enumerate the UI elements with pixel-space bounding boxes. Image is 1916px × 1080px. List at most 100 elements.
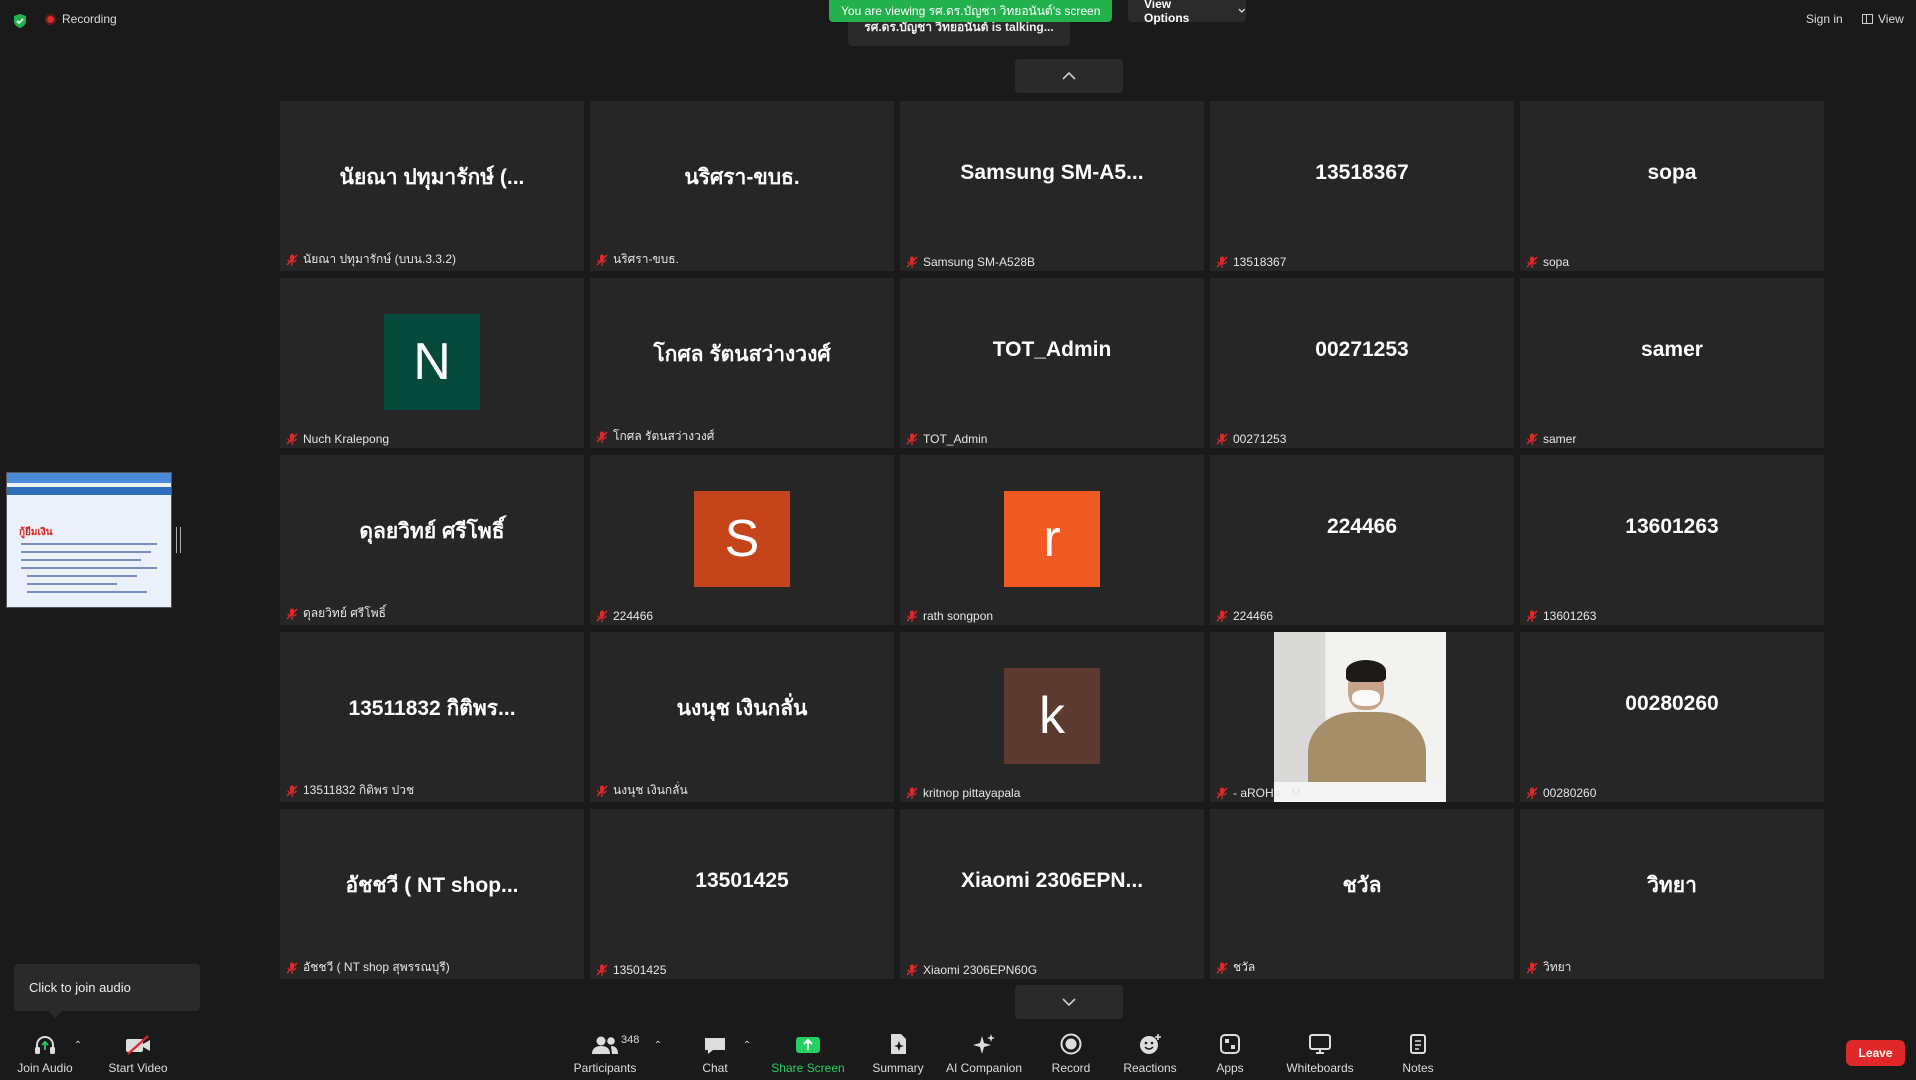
participant-tile[interactable]: S 224466 [590,455,894,625]
participant-tile[interactable]: Xiaomi 2306EPN... Xiaomi 2306EPN60G [900,809,1204,979]
participant-tile[interactable]: Samsung SM-A5... Samsung SM-A528B [900,101,1204,271]
participant-tile[interactable]: โกศล รัตนสว่างวงศ์ โกศล รัตนสว่างวงศ์ [590,278,894,448]
participant-name: 224466 [613,609,654,623]
participant-tile[interactable]: นัยณา ปทุมารักษ์ (... นัยณา ปทุมารักษ์ (บ… [280,101,584,271]
participant-name-label: 13511832 กิติพร ปวช [285,781,414,800]
share-screen-label: Share Screen [771,1061,845,1075]
apps-button[interactable]: Apps [1214,1020,1246,1080]
participant-name: นัยณา ปทุมารักษ์ (บบน.3.3.2) [303,252,457,266]
chat-button[interactable]: Chat [695,1020,735,1080]
participant-display-name: อัชชวี ( NT shop... [345,874,519,897]
participant-display-name: Samsung SM-A5... [960,161,1144,184]
participant-name: Nuch Kralepong [303,432,390,446]
participant-tile[interactable]: - aROHa - M [1210,632,1514,802]
participant-tile[interactable]: ดุลยวิทย์ ศรีโพธิ์ ดุลยวิทย์ ศรีโพธิ์ [280,455,584,625]
page-up-button[interactable] [1015,59,1123,93]
participant-name: ชวัล [1233,960,1256,974]
apps-icon [1220,1034,1240,1054]
reactions-button[interactable]: Reactions [1123,1020,1177,1080]
recording-label: Recording [62,12,117,26]
whiteboards-button[interactable]: Whiteboards [1283,1020,1357,1080]
top-bar: Recording รศ.ดร.บัญชา วิทยอนันต์ is talk… [0,0,1916,46]
leave-button[interactable]: Leave [1846,1040,1905,1066]
participant-tile[interactable]: sopa sopa [1520,101,1824,271]
participant-tile[interactable]: นงนุช เงินกลั่น นงนุช เงินกลั่น [590,632,894,802]
participant-tile[interactable]: 13518367 13518367 [1210,101,1514,271]
participant-tile[interactable]: k kritnop pittayapala [900,632,1204,802]
thumbnail-text-line [27,591,147,593]
participant-count: 348 [621,1034,640,1046]
mic-muted-icon [1526,961,1538,974]
participant-display-name: ชวัล [1342,874,1382,897]
recording-indicator[interactable]: Recording [45,12,117,26]
shared-screen-thumbnail[interactable]: กู้ยืมเงิน [6,472,172,608]
participant-tile[interactable]: อัชชวี ( NT shop... อัชชวี ( NT shop สุพร… [280,809,584,979]
headphones-icon [35,1036,55,1054]
participant-tile[interactable]: นริศรา-ขบธ. นริศรา-ขบธ. [590,101,894,271]
chat-options-caret[interactable]: ⌃ [741,1020,753,1080]
participant-name-label: 00280260 [1525,786,1596,800]
caret-up-icon: ⌃ [73,1040,83,1051]
participant-tile[interactable]: r rath songpon [900,455,1204,625]
mic-muted-icon [1216,256,1228,268]
chat-icon [705,1038,725,1054]
record-label: Record [1051,1061,1091,1075]
mic-muted-icon [906,787,918,799]
participant-tile[interactable]: ชวัล ชวัล [1210,809,1514,979]
start-video-button[interactable]: Start Video [104,1020,172,1080]
page-down-button[interactable] [1015,985,1123,1019]
sign-in-link[interactable]: Sign in [1806,12,1843,26]
thumbnail-text-line [21,559,141,561]
summary-button[interactable]: Summary [869,1020,927,1080]
participant-name-label: 13601263 [1525,609,1596,623]
participant-name-label: โกศล รัตนสว่างวงศ์ [595,427,714,446]
participant-tile[interactable]: 13511832 กิติพร... 13511832 กิติพร ปวช [280,632,584,802]
ai-companion-button[interactable]: AI Companion [944,1020,1024,1080]
thumbnail-text-line [21,567,157,569]
meeting-toolbar: Join Audio ⌃ Start Video Participants ⌃ … [0,1020,1916,1080]
participant-display-name: นัยณา ปทุมารักษ์ (... [339,166,525,189]
participant-tile[interactable]: 224466 224466 [1210,455,1514,625]
summary-icon [891,1034,906,1054]
thumbnail-drag-handle[interactable] [176,527,181,553]
participant-tile[interactable]: 00280260 00280260 [1520,632,1824,802]
notes-icon [1410,1034,1426,1054]
participant-tile[interactable]: วิทยา วิทยา [1520,809,1824,979]
participant-display-name: 224466 [1326,515,1398,538]
view-button[interactable]: View [1862,12,1904,26]
participant-tile[interactable]: N Nuch Kralepong [280,278,584,448]
participant-tile[interactable]: 13501425 13501425 [590,809,894,979]
thumbnail-text-line [21,543,157,545]
participant-display-name: sopa [1647,161,1697,184]
reactions-label: Reactions [1123,1061,1177,1075]
join-audio-tooltip[interactable]: Click to join audio [14,964,200,1018]
participant-tile[interactable]: samer samer [1520,278,1824,448]
view-options-label: View Options [1144,0,1190,25]
participant-name: kritnop pittayapala [923,786,1021,800]
grid-view-icon [1862,14,1873,24]
participant-name-label: ชวัล [1215,958,1255,977]
participant-name-label: samer [1525,432,1576,446]
participant-name: 13601263 [1543,609,1597,623]
notes-button[interactable]: Notes [1398,1020,1438,1080]
video-off-icon [126,1035,150,1055]
chevron-up-icon [1062,71,1076,80]
view-options-button[interactable]: View Options [1128,0,1246,25]
participant-tile[interactable]: TOT_Admin TOT_Admin [900,278,1204,448]
participant-name: 13518367 [1233,255,1287,269]
record-button[interactable]: Record [1050,1020,1092,1080]
join-audio-button[interactable]: Join Audio [12,1020,78,1080]
participant-display-name: โกศล รัตนสว่างวงศ์ [653,343,831,366]
mic-muted-icon [596,430,608,443]
participant-name-label: 224466 [1215,609,1273,623]
audio-options-caret[interactable]: ⌃ [72,1020,84,1080]
participants-button[interactable]: Participants [570,1020,640,1080]
participants-label: Participants [573,1061,637,1075]
thumbnail-header-bar [7,487,171,495]
thumbnail-browser-bar [7,473,171,483]
shield-icon[interactable] [12,13,28,29]
participant-tile[interactable]: 13601263 13601263 [1520,455,1824,625]
share-screen-button[interactable]: Share Screen [770,1020,846,1080]
participants-options-caret[interactable]: ⌃ [652,1020,664,1080]
participant-tile[interactable]: 00271253 00271253 [1210,278,1514,448]
